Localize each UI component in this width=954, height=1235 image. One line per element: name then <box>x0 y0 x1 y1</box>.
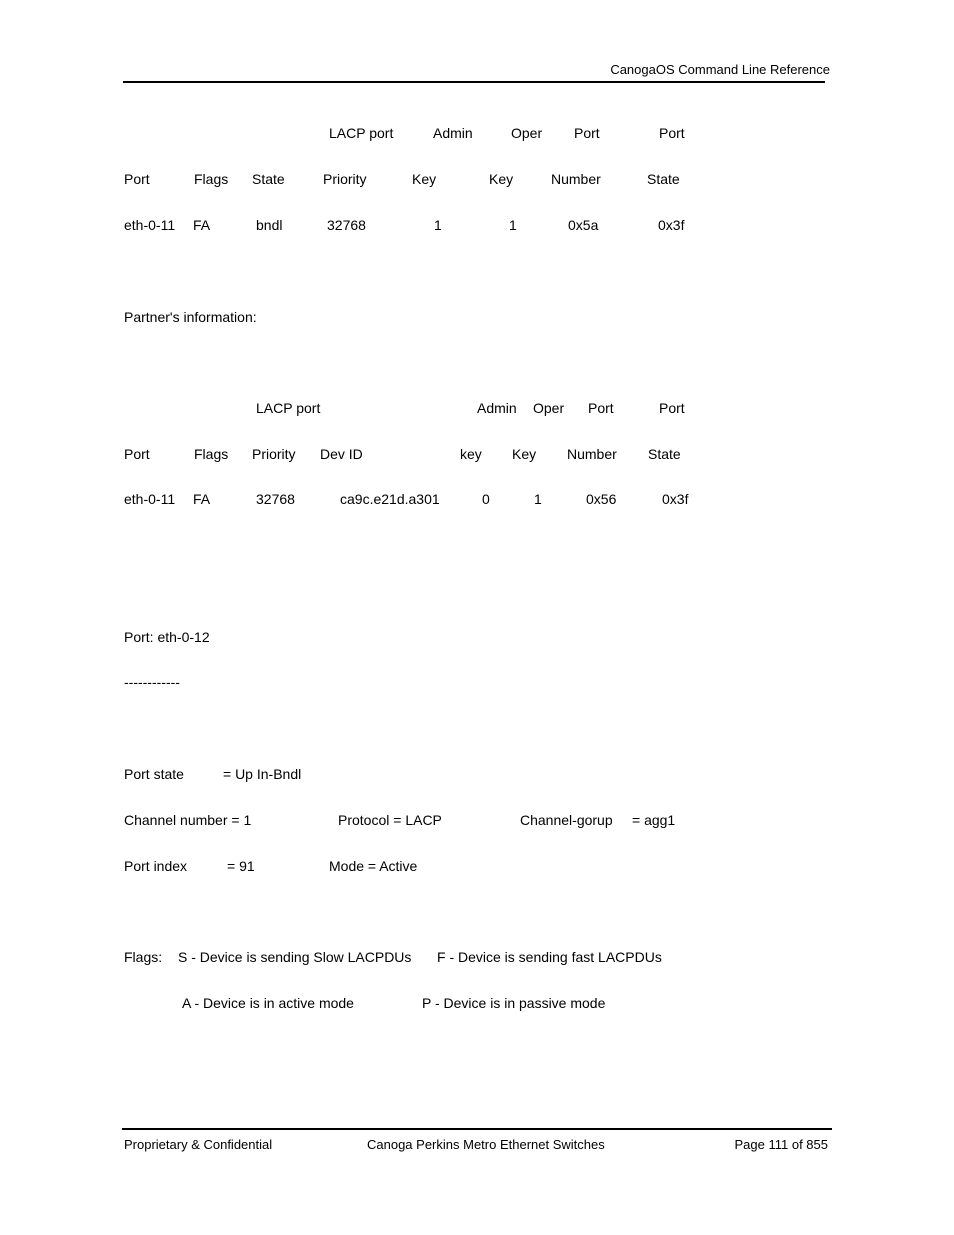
channel-group-value: = agg1 <box>632 812 676 828</box>
flag-description: F - Device is sending fast LACPDUs <box>437 949 662 965</box>
footer-product: Canoga Perkins Metro Ethernet Switches <box>367 1137 605 1152</box>
cell-flags: FA <box>193 217 211 233</box>
port-index-label: Port index <box>124 858 188 874</box>
cell-flags: FA <box>193 491 211 507</box>
col-header-flags: Flags <box>194 171 229 187</box>
separator-line: ------------ <box>124 674 180 690</box>
col-header-port: Port <box>588 400 614 416</box>
flags-label: Flags: <box>124 949 163 965</box>
col-header-port: Port <box>659 125 685 141</box>
col-header-port: Port <box>659 400 685 416</box>
flag-description: P - Device is in passive mode <box>422 995 606 1011</box>
running-header-title: CanogaOS Command Line Reference <box>610 62 830 77</box>
col-header-priority: Priority <box>323 171 367 187</box>
port-title: Port: eth-0-12 <box>124 629 210 645</box>
col-header-admin: Admin <box>433 125 473 141</box>
cell-port-number: 0x5a <box>568 217 599 233</box>
flag-description: A - Device is in active mode <box>182 995 354 1011</box>
col-header-dev-id: Dev ID <box>320 446 363 462</box>
port-state-label: Port state <box>124 766 184 782</box>
col-header-oper: Oper <box>533 400 565 416</box>
port-index-value: = 91 <box>227 858 255 874</box>
col-header-key: key <box>460 446 482 462</box>
col-header-oper: Oper <box>511 125 543 141</box>
cell-admin-key: 1 <box>434 217 442 233</box>
partner-info-label: Partner's information: <box>124 309 257 325</box>
header-rule <box>123 81 825 83</box>
col-header-flags: Flags <box>194 446 229 462</box>
cell-port: eth-0-11 <box>124 217 176 233</box>
col-header-admin: Admin <box>477 400 517 416</box>
col-header-lacp-port: LACP port <box>329 125 394 141</box>
col-header-lacp-port: LACP port <box>256 400 321 416</box>
cell-admin-key: 0 <box>482 491 490 507</box>
col-header-number: Number <box>551 171 601 187</box>
col-header-number: Number <box>567 446 617 462</box>
col-header-port: Port <box>124 446 150 462</box>
col-header-state: State <box>648 446 681 462</box>
cell-port-number: 0x56 <box>586 491 617 507</box>
cell-priority: 32768 <box>327 217 366 233</box>
col-header-key: Key <box>512 446 537 462</box>
col-header-state: State <box>647 171 680 187</box>
col-header-state: State <box>252 171 285 187</box>
cell-priority: 32768 <box>256 491 295 507</box>
protocol: Protocol = LACP <box>338 812 442 828</box>
mode: Mode = Active <box>329 858 418 874</box>
cell-port: eth-0-11 <box>124 491 176 507</box>
col-header-key: Key <box>489 171 514 187</box>
footer-confidential: Proprietary & Confidential <box>124 1137 273 1152</box>
col-header-port: Port <box>574 125 600 141</box>
port-state-value: = Up In-Bndl <box>223 766 302 782</box>
channel-number: Channel number = 1 <box>124 812 252 828</box>
cell-dev-id: ca9c.e21d.a301 <box>340 491 440 507</box>
cell-oper-key: 1 <box>509 217 517 233</box>
cell-port-state: 0x3f <box>662 491 689 507</box>
col-header-port: Port <box>124 171 150 187</box>
channel-group-label: Channel-gorup <box>520 812 613 828</box>
col-header-key: Key <box>412 171 437 187</box>
page-number: Page 111 of 855 <box>734 1137 829 1152</box>
cell-oper-key: 1 <box>534 491 542 507</box>
flag-description: S - Device is sending Slow LACPDUs <box>178 949 412 965</box>
col-header-priority: Priority <box>252 446 296 462</box>
footer-rule <box>122 1128 832 1130</box>
cell-port-state: 0x3f <box>658 217 685 233</box>
cell-state: bndl <box>256 217 283 233</box>
